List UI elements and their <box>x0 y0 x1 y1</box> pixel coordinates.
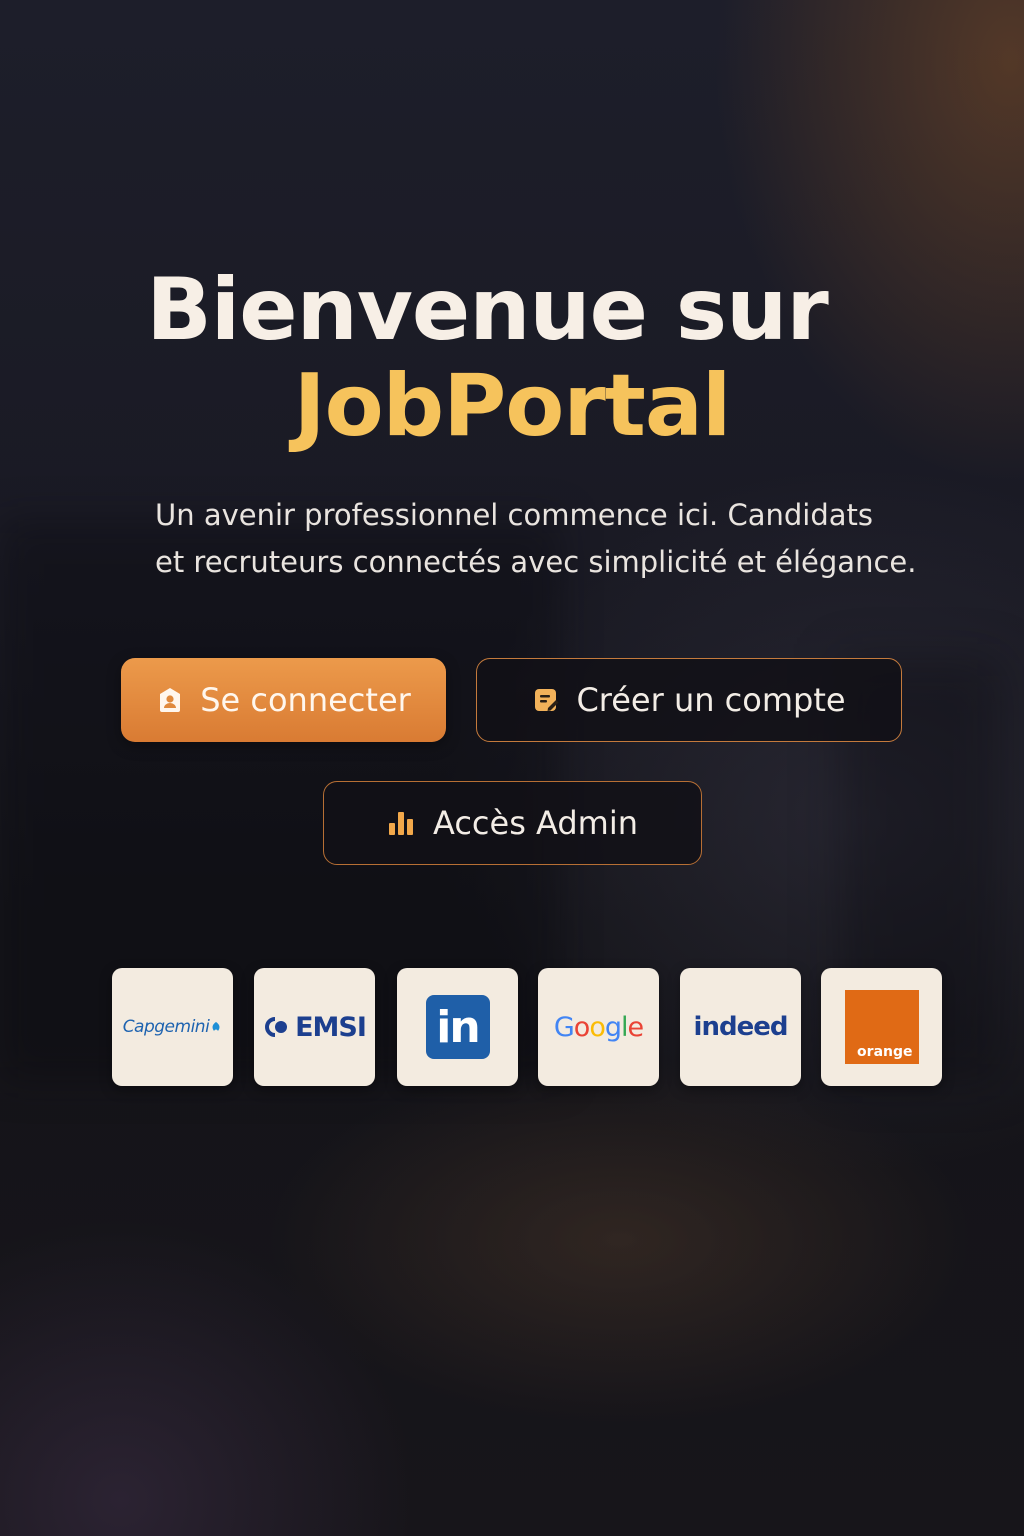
user-lock-icon <box>156 686 184 714</box>
emsi-emblem-icon <box>265 1017 288 1037</box>
capgemini-logo-text: Capgemini <box>122 1017 210 1037</box>
title-brand: JobPortal <box>293 356 732 456</box>
subtitle-line-2: et recruteurs connectés avec simplicité … <box>155 545 917 579</box>
bar-chart-icon <box>387 809 417 837</box>
indeed-logo: indeed <box>680 968 801 1086</box>
emsi-logo: EMSI <box>254 968 375 1086</box>
admin-access-label: Accès Admin <box>432 804 639 842</box>
capgemini-spade-icon <box>212 1022 220 1031</box>
indeed-logo-text: indeed <box>693 1012 789 1042</box>
admin-access-button[interactable]: Accès Admin <box>323 781 702 865</box>
linkedin-logo-mark: in <box>425 995 490 1059</box>
capgemini-logo: Capgemini <box>112 968 233 1086</box>
emsi-logo-text: EMSI <box>295 1011 367 1043</box>
orange-logo: orange <box>821 968 942 1086</box>
page-title: Bienvenue sur JobPortal <box>0 262 1024 454</box>
orange-logo-mark: orange <box>844 990 919 1064</box>
subtitle-line-1: Un avenir professionnel commence ici. Ca… <box>155 498 873 532</box>
title-welcome: Bienvenue sur <box>146 260 829 360</box>
login-button[interactable]: Se connecter <box>121 658 446 742</box>
google-logo-text: Google <box>553 1011 644 1043</box>
login-button-label: Se connecter <box>200 681 411 719</box>
edit-note-icon <box>532 686 560 714</box>
google-logo: Google <box>538 968 659 1086</box>
linkedin-logo: in <box>397 968 518 1086</box>
create-account-button[interactable]: Créer un compte <box>476 658 902 742</box>
create-account-label: Créer un compte <box>576 681 846 719</box>
background <box>0 0 1024 1536</box>
subtitle: Un avenir professionnel commence ici. Ca… <box>155 492 955 586</box>
orange-logo-text: orange <box>857 1044 913 1060</box>
